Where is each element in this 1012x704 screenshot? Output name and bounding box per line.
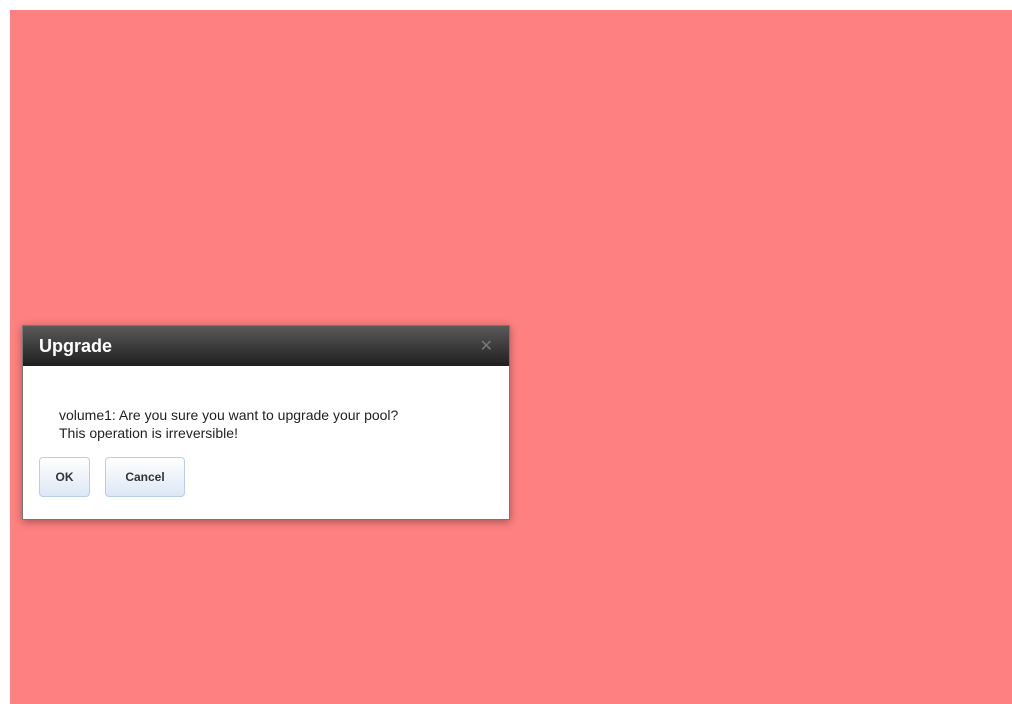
comments-cell	[870, 274, 1012, 308]
upgrade-dialog: Upgrade ✕ volume1: Are you sure you want…	[22, 325, 510, 520]
table-row[interactable]: ▶ volume1 1.0 GiB (6%) 14.4 GiB lz4 1.00x…	[10, 274, 1012, 309]
expand-arrow-icon[interactable]: ▶	[40, 287, 47, 297]
subtab-replication-tasks[interactable]: Replication Tasks	[344, 62, 453, 96]
subtab-resilver-priority[interactable]: Resilver Priority	[500, 62, 598, 96]
dialog-header: Upgrade ✕	[23, 326, 509, 366]
status-cell: -	[663, 274, 759, 308]
ok-button[interactable]: OK	[39, 457, 90, 497]
volume-manager-button[interactable]: Volume Manager	[10, 110, 166, 170]
col-comments-header[interactable]: Comments	[870, 204, 1012, 238]
dialog-title: Upgrade	[39, 336, 113, 356]
available-cell: 14.4 GiB	[276, 274, 367, 308]
subtab-bar: Volumes Periodic Snapshot Tasks Replicat…	[10, 62, 1012, 96]
table-header: Name Used Available Compression Compress…	[10, 203, 1012, 239]
collapse-arrow-icon[interactable]: ◢	[24, 252, 31, 262]
tab-divider	[10, 54, 1012, 55]
subtab-vmware-snapshot[interactable]: VMware-Snapshot	[862, 62, 977, 96]
subtab-divider	[10, 102, 1012, 103]
upgrade-volume-button[interactable]	[213, 641, 267, 699]
readonly-cell: inherit (off)	[759, 274, 870, 308]
subtab-volumes[interactable]: Volumes	[14, 62, 124, 96]
name-cell: ◢ volume1	[10, 239, 136, 273]
name-cell: ▶ volume1	[10, 274, 136, 308]
table-row[interactable]: ◢ volume1 222.5 KiB (0%) 15.9 GiB - - HEA…	[10, 239, 1012, 274]
readonly-cell	[759, 239, 870, 273]
cancel-button[interactable]: Cancel	[105, 457, 185, 497]
upgrade-volume-icon	[226, 656, 256, 682]
used-cell: 222.5 KiB (0%)	[136, 239, 276, 273]
subtab-periodic-snapshot-tasks[interactable]: Periodic Snapshot Tasks	[132, 62, 285, 96]
tab-storage[interactable]: Storage	[10, 10, 130, 55]
col-available-header[interactable]: Available	[276, 204, 367, 238]
dialog-message-line-2: This operation is irreversible!	[59, 425, 238, 441]
view-disks-button[interactable]: View Disks	[453, 110, 561, 170]
comments-cell	[870, 239, 1012, 273]
app-window: Storage Volumes Periodic Snapshot Tasks …	[0, 0, 1012, 704]
col-name-header[interactable]: Name	[10, 204, 136, 238]
tab-storage-label: Storage	[37, 30, 87, 46]
volume-status-icon	[165, 658, 185, 680]
import-disk-button[interactable]: Import Disk	[178, 110, 293, 170]
status-cell: HEALTHY	[663, 239, 759, 273]
compression-cell: lz4	[367, 274, 492, 308]
close-icon[interactable]: ✕	[480, 336, 493, 356]
scrub-volume-icon	[98, 657, 120, 681]
col-compression-header[interactable]: Compression	[367, 204, 492, 238]
col-status-header[interactable]: Status	[663, 204, 759, 238]
compression-ratio-cell: -	[492, 239, 663, 273]
compression-cell: -	[367, 239, 492, 273]
compression-ratio-cell: 1.00x	[492, 274, 663, 308]
dialog-message-line-1: volume1: Are you sure you want to upgrad…	[59, 407, 399, 423]
scrub-volume-button[interactable]	[81, 641, 135, 699]
dialog-message: volume1: Are you sure you want to upgrad…	[59, 406, 499, 442]
col-used-header[interactable]: Used	[136, 204, 276, 238]
toolbar-divider	[10, 637, 1012, 638]
subtab-snapshots[interactable]: Snapshots	[758, 62, 824, 96]
subtab-scrubs[interactable]: Scrubs	[660, 62, 704, 96]
volume-status-button[interactable]	[147, 641, 201, 699]
detach-volume-button[interactable]	[15, 641, 69, 699]
col-readonly-header[interactable]: Readonly	[759, 204, 870, 238]
col-compression-ratio-header[interactable]: Compression Ratio	[492, 204, 663, 238]
available-cell: 15.9 GiB	[276, 239, 367, 273]
detach-volume-icon	[32, 656, 56, 682]
used-cell: 1.0 GiB (6%)	[136, 274, 276, 308]
dialog-body: volume1: Are you sure you want to upgrad…	[23, 366, 509, 519]
import-volume-button[interactable]: Import Volume	[304, 110, 440, 170]
